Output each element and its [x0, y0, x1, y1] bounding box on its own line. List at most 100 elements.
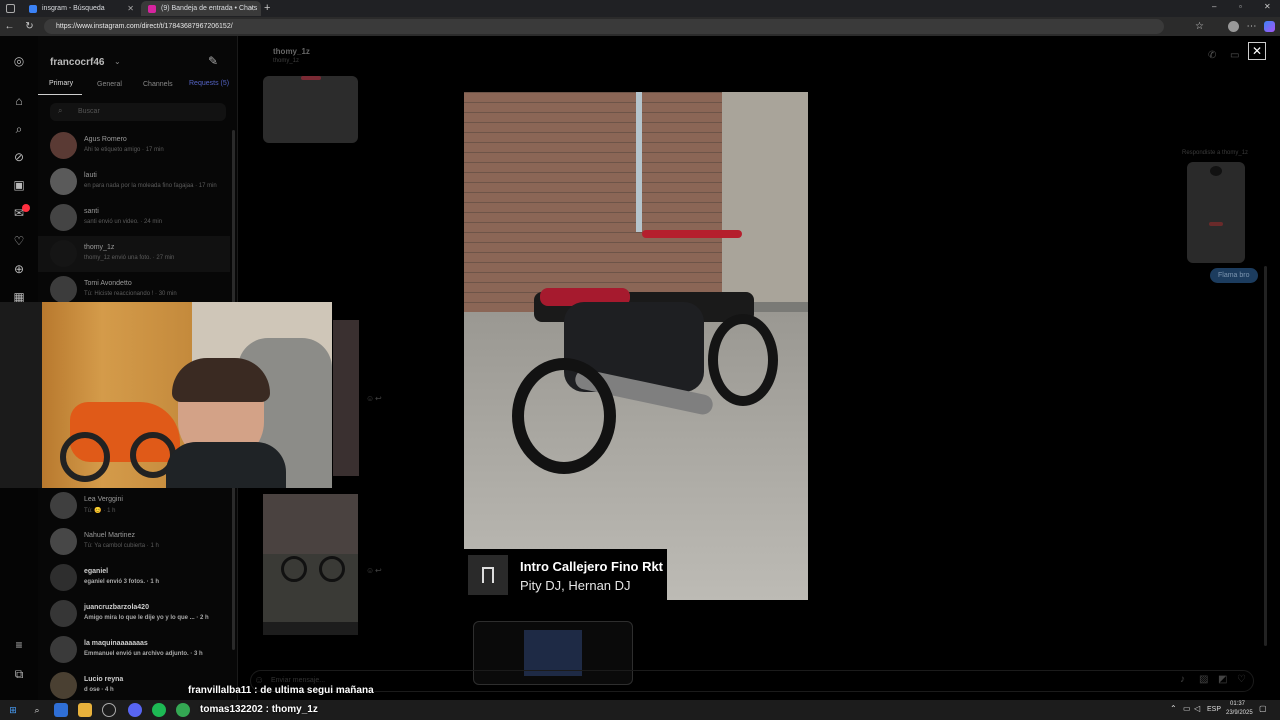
favorite-star-icon[interactable]: ☆: [1192, 19, 1207, 34]
microphone-icon[interactable]: ♪: [1180, 674, 1185, 685]
new-message-icon[interactable]: ✎: [208, 54, 218, 68]
thread-item[interactable]: eganiel eganiel envió 3 fotos. · 1 h: [38, 560, 230, 596]
photo-wheel: [281, 556, 307, 582]
thread-item[interactable]: Agus Romero Ahi te etiqueto amigo · 17 m…: [38, 128, 230, 164]
phone-call-icon[interactable]: ✆: [1208, 50, 1216, 61]
thread-item[interactable]: Nahuel Martinez Tú: Ya cambol cubierta ·…: [38, 524, 230, 560]
thread-item[interactable]: lauti en para nada por la moleada fino f…: [38, 164, 230, 200]
create-icon[interactable]: ⊕: [11, 261, 27, 277]
account-username[interactable]: francocrf46: [50, 57, 104, 68]
tab-requests[interactable]: Requests (5): [189, 80, 229, 87]
windows-start-icon[interactable]: ⊞: [6, 703, 20, 717]
sticker-icon[interactable]: ◩: [1218, 674, 1227, 685]
thread-item[interactable]: la maquinaaaaaaas Emmanuel envió un arch…: [38, 632, 230, 668]
close-tab-icon[interactable]: ✕: [127, 1, 134, 16]
obs-icon[interactable]: [102, 703, 116, 717]
tray-chevron-icon[interactable]: ⌃: [1170, 704, 1177, 713]
story-avatar: [1210, 166, 1222, 176]
language-indicator[interactable]: ESP: [1207, 706, 1221, 713]
notifications-icon[interactable]: ▢: [1259, 704, 1267, 713]
refresh-icon[interactable]: ↻: [22, 19, 37, 34]
reply-icon[interactable]: ↩: [375, 394, 382, 403]
chat-contact-name[interactable]: thomy_1z: [273, 47, 310, 56]
search-icon[interactable]: ⌕: [30, 703, 44, 717]
thread-item-selected[interactable]: thomy_1z thomy_1z envió una foto. · 27 m…: [38, 236, 230, 272]
thread-item[interactable]: Lea Verggini Tú: 😊 · 1 h: [38, 488, 230, 524]
video-call-icon[interactable]: ▭: [1230, 50, 1239, 61]
reels-icon[interactable]: ▣: [11, 177, 27, 193]
close-window-button[interactable]: ✕: [1264, 2, 1271, 11]
thread-item[interactable]: santi santi envió un video. · 24 min: [38, 200, 230, 236]
search-icon: ⌕: [58, 106, 63, 115]
avatar: [50, 168, 77, 195]
network-icon[interactable]: ▭: [1183, 704, 1191, 713]
thread-item[interactable]: juancruzbarzola420 Amigo mira lo que le …: [38, 596, 230, 632]
volume-icon[interactable]: ◁: [1194, 704, 1200, 713]
spotify-icon[interactable]: [152, 703, 166, 717]
avatar: [50, 492, 77, 519]
like-heart-icon[interactable]: ♡: [1237, 674, 1246, 685]
tab-general[interactable]: General: [97, 81, 122, 88]
photo-wheel: [319, 556, 345, 582]
meta-apps-icon[interactable]: ⧉: [11, 666, 27, 682]
search-icon[interactable]: ⌕: [11, 121, 27, 137]
windows-taskbar: ⊞ ⌕ tomas132202 : thomy_1z ⌃ ▭ ◁ ESP 01:…: [0, 700, 1280, 720]
webcam-overlay: [0, 302, 332, 488]
shared-photo-motorcycle[interactable]: [263, 494, 358, 635]
file-explorer-icon[interactable]: [78, 703, 92, 717]
home-icon[interactable]: ⌂: [11, 93, 27, 109]
menu-icon[interactable]: ≡: [11, 637, 27, 653]
tab-bing-search[interactable]: insgram - Búsqueda ✕: [22, 1, 140, 16]
react-emoji-icon[interactable]: ☺: [366, 566, 374, 575]
tab-channels[interactable]: Channels: [143, 81, 173, 88]
chat-scrollbar[interactable]: [1264, 266, 1267, 646]
shared-photo-edge[interactable]: [333, 320, 359, 476]
minimize-button[interactable]: –: [1212, 2, 1216, 11]
tab-instagram-inbox[interactable]: (9) Bandeja de entrada • Chats ✕: [141, 1, 261, 16]
address-bar: ← ↻ https://www.instagram.com/direct/t/1…: [0, 17, 1280, 36]
shared-photo[interactable]: [263, 76, 358, 143]
album-art: [468, 555, 508, 595]
discord-icon[interactable]: [128, 703, 142, 717]
copilot-icon[interactable]: [54, 703, 68, 717]
close-viewer-button[interactable]: ✕: [1248, 42, 1266, 60]
back-icon[interactable]: ←: [2, 19, 17, 34]
clock-date[interactable]: 23/9/2025: [1226, 710, 1253, 716]
media-viewer-photo[interactable]: [464, 92, 808, 600]
more-menu-icon[interactable]: ⋯: [1244, 19, 1259, 34]
profile-avatar-icon[interactable]: [1228, 21, 1239, 32]
song-artists: Pity DJ, Hernan DJ: [520, 578, 631, 593]
url-input[interactable]: https://www.instagram.com/direct/t/17843…: [44, 19, 1164, 34]
tab-primary[interactable]: Primary: [49, 80, 73, 87]
close-tab-icon[interactable]: ✕: [248, 1, 255, 16]
chrome-icon[interactable]: [176, 703, 190, 717]
music-sticker[interactable]: Intro Callejero Fino Rkt Pity DJ, Hernan…: [464, 549, 667, 600]
avatar: [50, 528, 77, 555]
notifications-heart-icon[interactable]: ♡: [11, 233, 27, 249]
maximize-button[interactable]: ▫: [1239, 2, 1242, 11]
message-bubble[interactable]: Flama bro: [1210, 268, 1258, 283]
new-tab-button[interactable]: +: [264, 0, 270, 16]
tab-actions-icon[interactable]: [6, 4, 15, 13]
webcam-hair: [172, 358, 270, 402]
message-input[interactable]: ☺ Enviar mensaje... ♪ ▨ ◩ ♡: [250, 670, 1254, 692]
avatar: [50, 240, 77, 267]
clock-time[interactable]: 01:37: [1230, 701, 1245, 707]
instagram-logo-icon[interactable]: ◎: [11, 53, 27, 69]
replied-story-thumb[interactable]: [1187, 162, 1245, 263]
avatar: [50, 564, 77, 591]
react-emoji-icon[interactable]: ☺: [366, 394, 374, 403]
avatar: [50, 132, 77, 159]
avatar: [50, 636, 77, 663]
image-icon[interactable]: ▨: [1199, 674, 1208, 685]
search-icon: [29, 5, 37, 13]
chevron-down-icon[interactable]: ⌄: [114, 57, 121, 66]
explore-icon[interactable]: ⊘: [11, 149, 27, 165]
handlebar: [642, 230, 742, 238]
webcam-hoodie: [166, 442, 286, 488]
brick-wall: [464, 92, 724, 312]
photo-wall: [263, 494, 358, 554]
copilot-icon[interactable]: [1264, 21, 1275, 32]
search-input[interactable]: ⌕ Buscar: [50, 103, 226, 121]
reply-icon[interactable]: ↩: [375, 566, 382, 575]
